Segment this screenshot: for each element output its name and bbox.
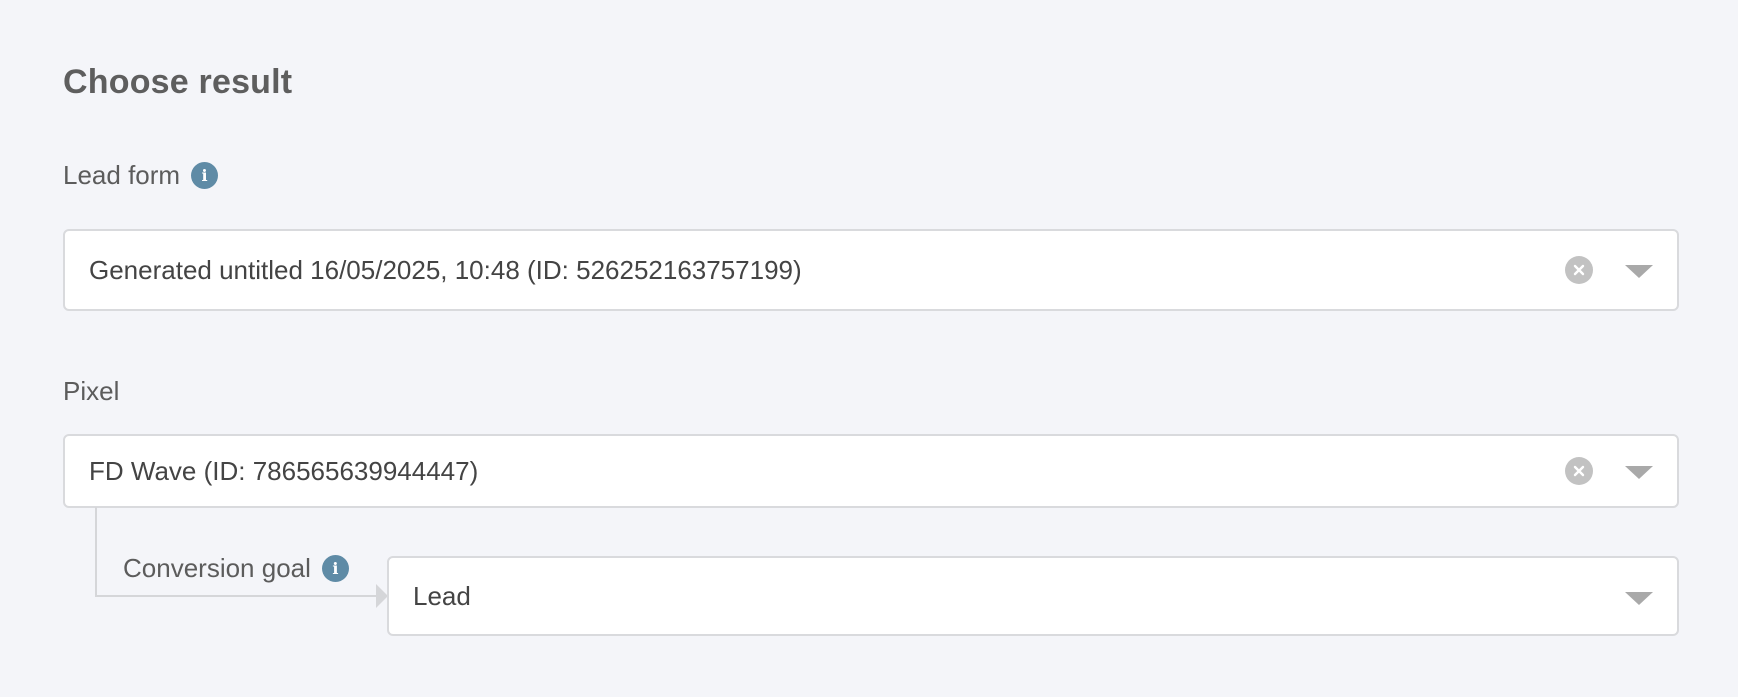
lead-form-selected-value: Generated untitled 16/05/2025, 10:48 (ID…: [89, 254, 802, 285]
conversion-goal-label: Conversion goal: [123, 553, 311, 583]
chevron-down-icon[interactable]: [1625, 592, 1653, 605]
pixel-label-row: Pixel: [63, 376, 119, 407]
clear-icon[interactable]: [1565, 457, 1593, 485]
connector-line-vertical: [95, 507, 97, 597]
chevron-down-icon[interactable]: [1625, 265, 1653, 278]
conversion-goal-selected-value: Lead: [413, 580, 471, 611]
pixel-label: Pixel: [63, 376, 120, 406]
pixel-select[interactable]: FD Wave (ID: 786565639944447): [63, 434, 1679, 508]
clear-icon[interactable]: [1565, 256, 1593, 284]
lead-form-label-row: Lead form i: [63, 160, 219, 191]
info-icon[interactable]: i: [191, 162, 219, 189]
pixel-selected-value: FD Wave (ID: 786565639944447): [89, 455, 479, 486]
conversion-goal-select[interactable]: Lead: [387, 556, 1679, 636]
lead-form-label: Lead form: [63, 160, 181, 190]
lead-form-select[interactable]: Generated untitled 16/05/2025, 10:48 (ID…: [63, 229, 1679, 311]
chevron-down-icon[interactable]: [1625, 466, 1653, 479]
section-title: Choose result: [63, 63, 293, 101]
choose-result-panel: Choose result Lead form i Generated unti…: [0, 0, 1738, 697]
connector-line-horizontal: [95, 595, 377, 597]
conversion-goal-label-row: Conversion goal i: [123, 553, 349, 584]
info-icon[interactable]: i: [321, 555, 349, 582]
